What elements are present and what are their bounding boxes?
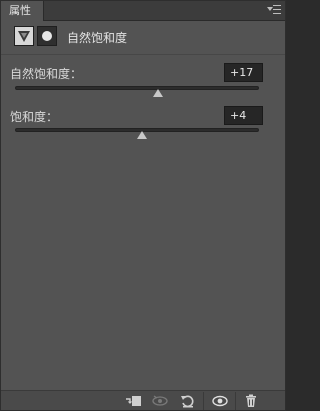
saturation-slider-thumb[interactable]: [136, 131, 147, 139]
divider: [1, 54, 285, 55]
view-previous-state-icon[interactable]: [151, 393, 169, 409]
vibrance-value-input[interactable]: +17: [224, 63, 263, 82]
properties-panel: 属性 自然饱和度 自然饱和度： +17 饱和度： +4: [0, 0, 286, 411]
saturation-value-input[interactable]: +4: [224, 106, 263, 125]
visibility-eye-icon[interactable]: [211, 393, 229, 409]
trash-icon[interactable]: [242, 393, 260, 409]
vibrance-slider-thumb[interactable]: [152, 89, 163, 97]
adjustment-header: 自然饱和度: [1, 22, 285, 54]
reset-icon[interactable]: [179, 393, 197, 409]
bottom-toolbar: [1, 390, 285, 410]
vibrance-label: 自然饱和度：: [10, 67, 83, 81]
panel-tab-bar: 属性: [1, 1, 285, 21]
saturation-label: 饱和度：: [10, 110, 59, 124]
vibrance-triangle-icon[interactable]: [14, 26, 34, 46]
panel-menu-icon[interactable]: [267, 4, 281, 16]
clip-to-layer-icon[interactable]: [125, 393, 143, 409]
vibrance-slider-track[interactable]: [15, 86, 259, 90]
layer-mask-icon[interactable]: [37, 26, 57, 46]
adjustment-title: 自然饱和度: [67, 31, 128, 45]
tab-properties[interactable]: 属性: [1, 1, 44, 21]
